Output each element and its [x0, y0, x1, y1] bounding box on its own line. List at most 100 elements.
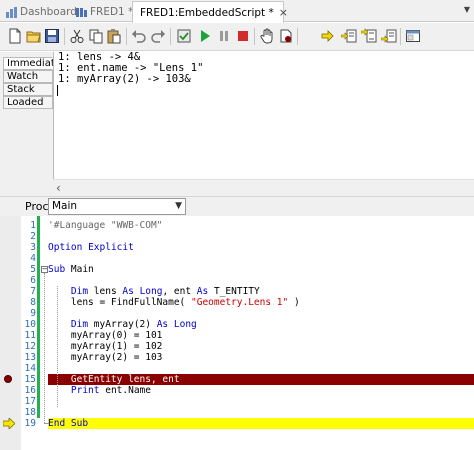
line-number: 2 — [30, 231, 36, 242]
code-line[interactable]: 8 lens = FindFullName( "Geometry.Lens 1"… — [0, 297, 474, 308]
line-number: 17 — [24, 396, 36, 407]
proc-select[interactable]: Main ▼ — [48, 198, 186, 215]
breakpoint-marker-icon[interactable] — [4, 375, 12, 383]
line-number: 15 — [24, 374, 36, 385]
immediate-window[interactable]: 1: lens -> 4& 1: ent.name -> "Lens 1" 1:… — [53, 52, 474, 179]
scroll-left-icon[interactable]: ‹ — [56, 181, 61, 195]
code-line[interactable]: 12 myArray(1) = 102 — [0, 341, 474, 352]
line-number: 1 — [30, 220, 36, 231]
new-icon[interactable] — [7, 28, 23, 44]
save-icon[interactable] — [44, 28, 60, 44]
fred-icon — [76, 7, 87, 18]
tab-label: Dashboard — [20, 6, 77, 18]
line-number: 3 — [30, 242, 36, 253]
horizontal-scrollbar[interactable]: ‹ — [53, 179, 474, 196]
watch-icon[interactable] — [405, 28, 421, 44]
code-line[interactable]: 4 — [0, 253, 474, 264]
line-number: 7 — [30, 286, 36, 297]
code-text: GetEntity lens, ent — [48, 374, 474, 385]
text-cursor — [57, 85, 58, 96]
code-text: myArray(0) = 101 — [48, 330, 163, 341]
toolbar-separator — [64, 28, 65, 45]
line-number: 11 — [24, 330, 36, 341]
document-tab-strip: Dashboard FRED1 * FRED1:EmbeddedScript *… — [0, 0, 474, 27]
code-line[interactable]: 18 — [0, 407, 474, 418]
fold-end-mark — [44, 423, 49, 424]
code-line[interactable]: 5 Sub Main — [0, 264, 474, 275]
line-number: 14 — [24, 363, 36, 374]
code-line[interactable]: 9 — [0, 308, 474, 319]
debug-pane: Immediate Watch Stack Loaded 1: lens -> … — [0, 52, 474, 196]
execution-pointer-icon — [2, 417, 16, 432]
undo-icon[interactable] — [131, 28, 147, 44]
code-text: Dim myArray(2) As Long — [70, 319, 197, 330]
toolbar-separator — [254, 28, 255, 45]
code-line[interactable]: 7 Dim lens As Long, ent As T_ENTITY — [0, 286, 474, 297]
code-text: myArray(2) = 103 — [48, 352, 163, 363]
tab-list-dropdown-icon[interactable]: ▼ — [464, 5, 470, 14]
line-number: 9 — [30, 308, 36, 319]
hand-icon[interactable] — [259, 28, 275, 44]
code-line[interactable]: 17 — [0, 396, 474, 407]
tab-loaded[interactable]: Loaded — [3, 96, 53, 109]
stop-icon[interactable] — [235, 28, 251, 44]
tab-stack[interactable]: Stack — [3, 83, 53, 96]
debug-side-tabs: Immediate Watch Stack Loaded — [3, 57, 61, 109]
line-number: 4 — [30, 253, 36, 264]
line-number: 12 — [24, 341, 36, 352]
tab-label: FRED1:EmbeddedScript * — [140, 6, 274, 19]
code-line-current[interactable]: 19 End Sub — [0, 417, 474, 432]
code-line[interactable]: 13 myArray(2) = 103 — [0, 352, 474, 363]
dashboard-icon — [6, 6, 17, 18]
code-line-breakpoint[interactable]: 15 GetEntity lens, ent — [0, 374, 474, 385]
tab-label: FRED1 * — [90, 6, 134, 18]
code-text: End Sub — [48, 418, 474, 429]
code-text: Option Explicit — [48, 242, 134, 253]
immediate-line: 1: myArray(2) -> 103& — [58, 73, 191, 85]
tab-fred1[interactable]: FRED1 * — [72, 2, 137, 22]
code-line[interactable]: 16 Print ent.Name — [0, 385, 474, 396]
cut-icon[interactable] — [69, 28, 85, 44]
open-icon[interactable] — [26, 28, 42, 44]
line-number: 6 — [30, 275, 36, 286]
code-text: '#Language "WWB-COM" — [48, 220, 163, 231]
run-icon[interactable] — [197, 28, 213, 44]
code-line[interactable]: 11 myArray(0) = 101 — [0, 330, 474, 341]
fold-toggle-icon[interactable]: − — [41, 266, 48, 273]
chevron-down-icon[interactable]: ▼ — [175, 199, 182, 214]
indent-guide-line — [57, 286, 58, 407]
breakpoint-icon[interactable] — [278, 28, 294, 44]
close-icon[interactable]: × — [279, 6, 288, 19]
pause-icon[interactable] — [216, 28, 232, 44]
line-number: 10 — [24, 319, 36, 330]
code-text: Sub Main — [48, 264, 94, 275]
tab-embedded-script[interactable]: FRED1:EmbeddedScript * × — [132, 1, 288, 27]
proc-select-value: Main — [52, 200, 78, 212]
line-number: 8 — [30, 297, 36, 308]
toolbar-separator — [126, 28, 127, 45]
code-line[interactable]: 14 — [0, 363, 474, 374]
compile-icon[interactable] — [176, 28, 192, 44]
tab-watch[interactable]: Watch — [3, 70, 53, 83]
line-number: 19 — [24, 418, 36, 429]
redo-icon[interactable] — [150, 28, 166, 44]
toolbar-separator — [297, 28, 298, 45]
line-number: 16 — [24, 385, 36, 396]
code-editor[interactable]: 1 '#Language "WWB-COM" 2 3 Option Explicit 4 5… — [0, 216, 474, 450]
copy-icon[interactable] — [88, 28, 104, 44]
tab-immediate[interactable]: Immediate — [3, 57, 61, 70]
line-number: 13 — [24, 352, 36, 363]
step-out-icon[interactable] — [361, 28, 377, 44]
code-line[interactable]: 2 — [0, 231, 474, 242]
code-line[interactable]: 10 Dim myArray(2) As Long — [0, 319, 474, 330]
step-into-icon[interactable] — [321, 28, 337, 44]
code-text: Print ent.Name — [70, 385, 151, 396]
code-text: Dim lens As Long, ent As T_ENTITY — [70, 286, 260, 297]
step-over-icon[interactable] — [341, 28, 357, 44]
paste-icon[interactable] — [106, 28, 122, 44]
code-line[interactable]: 1 '#Language "WWB-COM" — [0, 220, 474, 231]
tab-dashboard[interactable]: Dashboard — [2, 2, 81, 22]
code-line[interactable]: 3 Option Explicit — [0, 242, 474, 253]
run-to-cursor-icon[interactable] — [381, 28, 397, 44]
code-line[interactable]: 6 — [0, 275, 474, 286]
